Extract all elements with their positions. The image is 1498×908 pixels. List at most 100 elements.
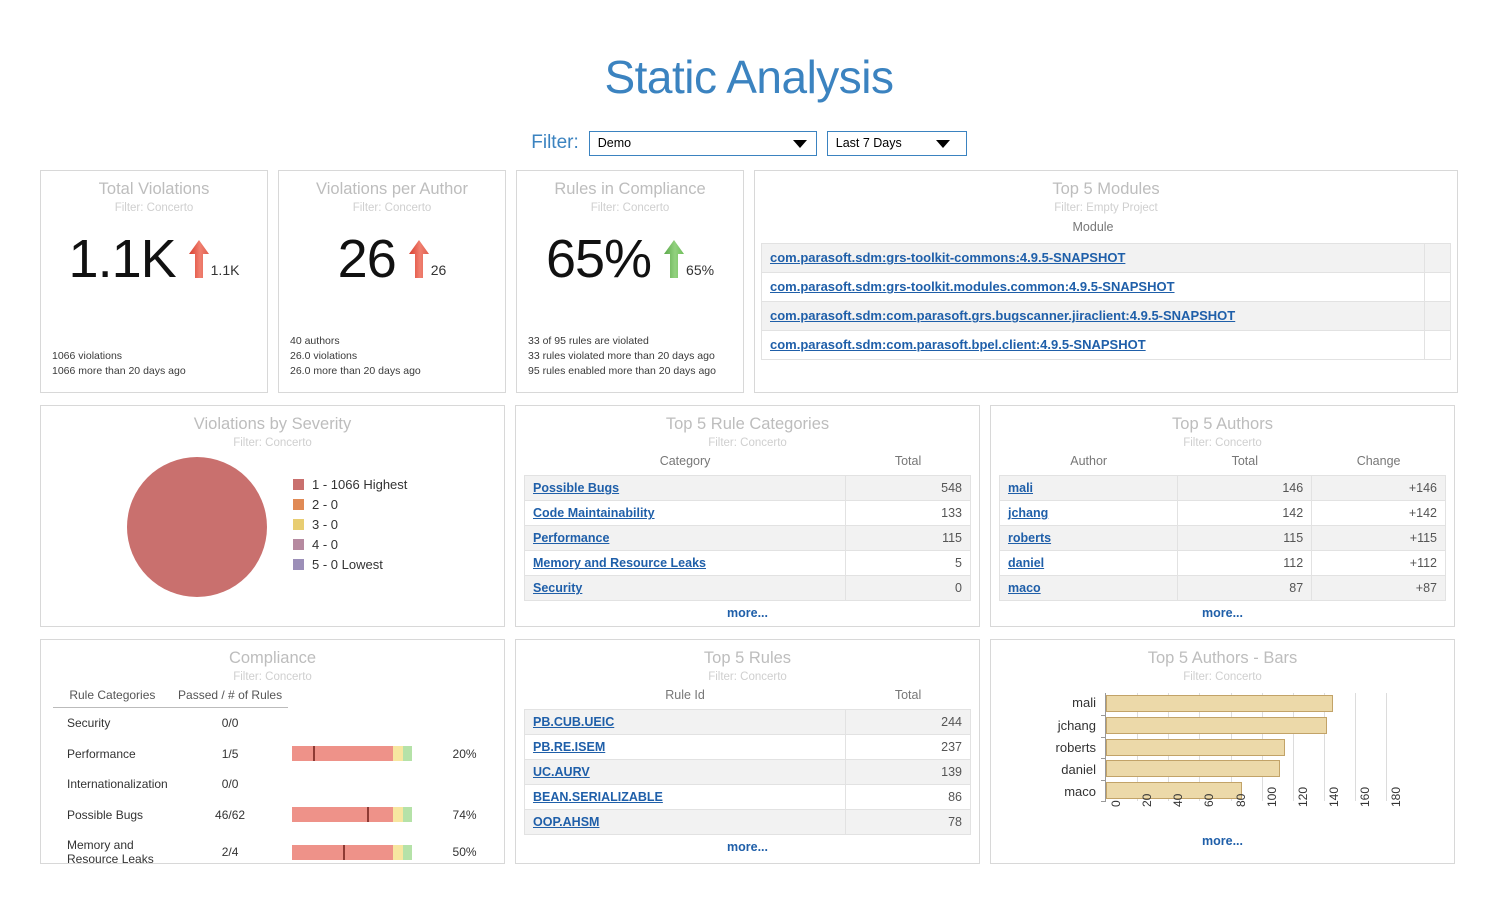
axis-tick-label: 40 xyxy=(1171,794,1186,808)
bar-segment-green xyxy=(402,844,413,860)
category-link[interactable]: Memory and Resource Leaks xyxy=(533,556,706,570)
bar[interactable] xyxy=(1106,760,1281,778)
column-header-total: Total xyxy=(1231,454,1258,469)
rule-link[interactable]: OOP.AHSM xyxy=(533,815,599,829)
widget-top-rule-categories[interactable]: Top 5 Rule Categories Filter: Concerto C… xyxy=(515,404,980,627)
widget-header: Violations per Author Filter: Concerto xyxy=(279,171,505,215)
widget-header: Top 5 Authors - Bars Filter: Concerto xyxy=(991,640,1454,684)
bar[interactable] xyxy=(1106,738,1286,756)
total-cell: 139 xyxy=(845,759,971,786)
rule-link[interactable]: BEAN.SERIALIZABLE xyxy=(533,790,663,804)
more-link[interactable]: more... xyxy=(524,601,971,620)
blank-cell xyxy=(1424,330,1451,361)
table-row[interactable]: BEAN.SERIALIZABLE 86 xyxy=(523,784,971,811)
author-link[interactable]: mali xyxy=(1008,481,1033,495)
table-row[interactable]: Code Maintainability 133 xyxy=(523,500,971,527)
table-row[interactable]: com.parasoft.sdm:com.parasoft.grs.bugsca… xyxy=(761,301,1451,332)
bar-plot-area xyxy=(1101,693,1401,803)
table-row[interactable]: daniel 112 +112 xyxy=(998,550,1446,577)
widget-top-authors-bars[interactable]: Top 5 Authors - Bars Filter: Concerto ma… xyxy=(990,638,1455,864)
filter-bar: Filter: Demo Last 7 Days xyxy=(0,130,1498,156)
change-cell: +87 xyxy=(1311,575,1446,602)
author-link[interactable]: daniel xyxy=(1008,556,1044,570)
module-link[interactable]: com.parasoft.sdm:grs-toolkit.modules.com… xyxy=(770,279,1175,294)
more-link[interactable]: more... xyxy=(524,835,971,854)
total-cell: 133 xyxy=(845,500,971,527)
widget-violations-per-author[interactable]: Violations per Author Filter: Concerto 2… xyxy=(278,169,506,393)
table-row[interactable]: OOP.AHSM 78 xyxy=(523,809,971,836)
compliance-row: Internationalization 0/0 xyxy=(53,769,492,799)
category-link[interactable]: Security xyxy=(533,581,582,595)
widget-title: Rules in Compliance xyxy=(554,179,706,198)
table-row[interactable]: com.parasoft.sdm:grs-toolkit.modules.com… xyxy=(761,272,1451,303)
bar[interactable] xyxy=(1106,695,1334,713)
table-row[interactable]: UC.AURV 139 xyxy=(523,759,971,786)
widget-total-violations[interactable]: Total Violations Filter: Concerto 1.1K 1… xyxy=(40,169,268,393)
table-row[interactable]: mali 146 +146 xyxy=(998,475,1446,502)
compliance-percent xyxy=(443,769,492,799)
categories-table-wrap: Category Total Possible Bugs 548 Code Main… xyxy=(516,449,979,620)
table-header-row: Rule Id Total xyxy=(525,683,971,710)
axis-tick xyxy=(1101,758,1106,760)
axis-tick-label: 160 xyxy=(1358,787,1373,808)
legend-label: 1 - 1066 Highest xyxy=(312,477,408,493)
compliance-percent: 50% xyxy=(452,845,477,860)
widget-compliance[interactable]: Compliance Filter: Concerto Rule Categor… xyxy=(40,638,505,866)
category-link[interactable]: Code Maintainability xyxy=(533,506,655,520)
category-link[interactable]: Possible Bugs xyxy=(533,481,619,495)
table-row[interactable]: maco 87 +87 xyxy=(998,575,1446,602)
date-range-filter-select[interactable]: Last 7 Days xyxy=(826,130,967,156)
author-cell: mali xyxy=(998,475,1179,502)
category-link[interactable]: Performance xyxy=(533,531,609,545)
widget-title: Violations per Author xyxy=(316,179,468,198)
widget-top-authors[interactable]: Top 5 Authors Filter: Concerto Author To… xyxy=(990,404,1455,627)
compliance-progress-bar xyxy=(292,807,413,823)
table-row[interactable]: Performance 115 xyxy=(523,525,971,552)
table-row[interactable]: PB.CUB.UEIC 244 xyxy=(523,709,971,736)
authors-table-wrap: Author Total Change mali 146 +146 jchang 142… xyxy=(991,449,1454,620)
author-link[interactable]: roberts xyxy=(1008,531,1051,545)
table-row[interactable]: PB.RE.ISEM 237 xyxy=(523,734,971,761)
rule-link[interactable]: UC.AURV xyxy=(533,765,590,779)
gridline xyxy=(1355,693,1357,802)
modules-table-wrap: Module com.parasoft.sdm:grs-toolkit-comm… xyxy=(755,214,1457,361)
project-filter-select[interactable]: Demo xyxy=(588,130,817,156)
table-row[interactable]: jchang 142 +142 xyxy=(998,500,1446,527)
rule-link[interactable]: PB.RE.ISEM xyxy=(533,740,605,754)
author-link[interactable]: jchang xyxy=(1008,506,1048,520)
kpi-notes: 40 authors 26.0 violations 26.0 more tha… xyxy=(290,334,421,380)
table-row[interactable]: com.parasoft.sdm:grs-toolkit-commons:4.9… xyxy=(761,243,1451,274)
module-link[interactable]: com.parasoft.sdm:com.parasoft.bpel.clien… xyxy=(770,337,1146,352)
bar-chart[interactable]: mali jchang roberts daniel maco 0 20 40 60 80 100… xyxy=(991,693,1454,825)
gridline xyxy=(1386,693,1388,802)
module-link[interactable]: com.parasoft.sdm:grs-toolkit-commons:4.9… xyxy=(770,250,1125,265)
total-cell: 244 xyxy=(845,709,971,736)
widget-rules-in-compliance[interactable]: Rules in Compliance Filter: Concerto 65%… xyxy=(516,169,744,393)
kpi-body: 1.1K 1.1K xyxy=(41,232,267,286)
widget-violations-by-severity[interactable]: Violations by Severity Filter: Concerto … xyxy=(40,404,505,627)
table-row[interactable]: roberts 115 +115 xyxy=(998,525,1446,552)
table-row[interactable]: Possible Bugs 548 xyxy=(523,475,971,502)
author-cell: jchang xyxy=(998,500,1179,527)
blank-cell xyxy=(1424,243,1451,274)
rule-categories-table: Category Total Possible Bugs 548 Code Main… xyxy=(523,449,971,602)
bar-category-labels: mali jchang roberts daniel maco xyxy=(991,693,1103,801)
author-link[interactable]: maco xyxy=(1008,581,1041,595)
more-link[interactable]: more... xyxy=(999,601,1446,620)
kpi-note: 1066 violations xyxy=(52,350,123,363)
widget-subtitle: Filter: Concerto xyxy=(590,202,670,215)
table-row[interactable]: com.parasoft.sdm:com.parasoft.bpel.clien… xyxy=(761,330,1451,361)
bar[interactable] xyxy=(1106,716,1328,734)
axis-tick-label: 120 xyxy=(1295,787,1310,808)
bar-segment-red xyxy=(292,746,394,762)
widget-top-modules[interactable]: Top 5 Modules Filter: Empty Project Modu… xyxy=(754,169,1458,393)
table-row[interactable]: Memory and Resource Leaks 5 xyxy=(523,550,971,577)
axis-tick xyxy=(1101,801,1106,803)
widget-top-rules[interactable]: Top 5 Rules Filter: Concerto Rule Id Tot… xyxy=(515,638,980,864)
widget-header: Top 5 Rules Filter: Concerto xyxy=(516,640,979,684)
rule-link[interactable]: PB.CUB.UEIC xyxy=(533,715,614,729)
column-header-module: Module xyxy=(1072,220,1114,235)
pie-chart[interactable] xyxy=(127,457,267,598)
module-link[interactable]: com.parasoft.sdm:com.parasoft.grs.bugsca… xyxy=(770,308,1235,323)
table-row[interactable]: Security 0 xyxy=(523,575,971,602)
